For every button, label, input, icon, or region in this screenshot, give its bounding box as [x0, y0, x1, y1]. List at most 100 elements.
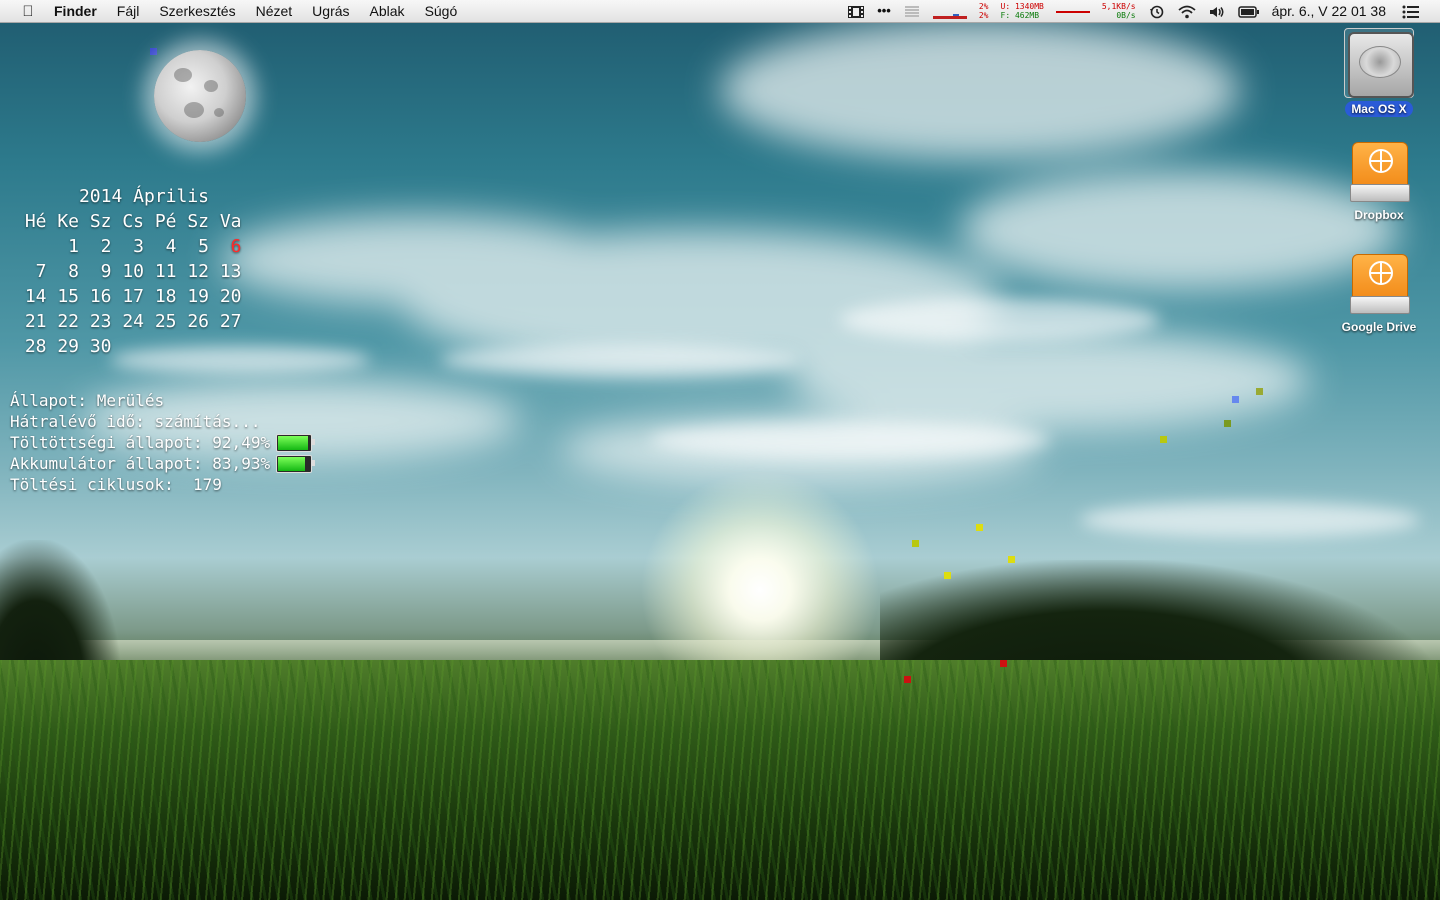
- calendar-day: 24: [122, 311, 144, 332]
- particle: [150, 48, 157, 55]
- menu-edit[interactable]: Szerkesztés: [149, 0, 245, 22]
- weekday-label: Sz: [187, 211, 209, 232]
- memory-usage[interactable]: U: 1340MB F: 462MB: [1001, 2, 1044, 20]
- menu-window[interactable]: Ablak: [360, 0, 415, 22]
- battery-widget: Állapot: Merülés Hátralévő idő: számítás…: [10, 390, 316, 495]
- hard-drive-icon: [1344, 28, 1414, 98]
- desktop-icon-google-drive[interactable]: Google Drive: [1334, 254, 1424, 334]
- particle: [1160, 436, 1167, 443]
- network-download: 0B/s: [1116, 11, 1136, 20]
- battery-charge-row: Töltöttségi állapot: 92,49%: [10, 432, 316, 453]
- network-upload: 5,1KB/s: [1101, 2, 1136, 11]
- notification-center-icon[interactable]: [1402, 0, 1422, 22]
- calendar-day: 30: [89, 336, 112, 357]
- battery-charge-icon: [276, 433, 316, 452]
- memory-free: F: 462MB: [1000, 11, 1040, 20]
- calendar-day: 5: [198, 236, 209, 257]
- weekday-label: Pé: [154, 211, 177, 232]
- calendar-day: 9: [100, 261, 112, 282]
- battery-remaining: Hátralévő idő: számítás...: [10, 412, 261, 431]
- calendar-day: 4: [165, 236, 177, 257]
- weekday-label: Sz: [89, 211, 112, 232]
- desktop-icon-label: Mac OS X: [1345, 101, 1413, 117]
- battery-charge: Töltöttségi állapot: 92,49%: [10, 433, 271, 452]
- calendar-day: [177, 334, 210, 359]
- volume-icon[interactable]: [1208, 0, 1226, 22]
- calendar-day: [112, 334, 145, 359]
- particle: [1000, 660, 1007, 667]
- calendar-day: 14: [24, 286, 47, 307]
- particle: [904, 676, 911, 683]
- cpu-graph-icon[interactable]: [932, 0, 967, 22]
- menu-finder[interactable]: Finder: [44, 0, 107, 22]
- calendar-day: 21: [24, 311, 47, 332]
- particle: [1224, 420, 1231, 427]
- calendar-day: 29: [57, 336, 79, 357]
- external-drive-icon: [1350, 142, 1410, 204]
- battery-cycles: Töltési ciklusok: 179: [10, 475, 222, 494]
- calendar-day: [14, 234, 47, 259]
- menu-go[interactable]: Ugrás: [302, 0, 359, 22]
- memory-used: U: 1340MB: [1000, 2, 1044, 11]
- calendar-day: 25: [154, 311, 177, 332]
- menu-help[interactable]: Súgó: [415, 0, 468, 22]
- calendar-day: 19: [187, 286, 209, 307]
- more-dots-icon[interactable]: •••: [877, 0, 891, 22]
- calendar-widget: 2014 Április Hé Ke Sz Cs Pé Sz Va 1 2 3 …: [14, 184, 254, 359]
- calendar-day: 27: [219, 311, 242, 332]
- calendar-day: 13: [219, 261, 242, 282]
- battery-icon[interactable]: [1237, 0, 1260, 22]
- desktop-icon-label: Google Drive: [1341, 320, 1417, 334]
- desktop-icon-mac-os-x[interactable]: Mac OS X: [1334, 28, 1424, 117]
- calendar-day: [144, 334, 177, 359]
- calendar-title: 2014 Április: [78, 186, 210, 207]
- network-speed[interactable]: 5,1KB/s 0B/s: [1102, 2, 1136, 20]
- particle: [944, 572, 951, 579]
- cpu-usage-bottom: 2%: [978, 11, 989, 20]
- film-strip-icon[interactable]: [847, 0, 865, 22]
- cpu-usage[interactable]: 2% 2%: [979, 2, 989, 20]
- particle: [976, 524, 983, 531]
- battery-health-icon: [276, 454, 316, 473]
- calendar-today: 6: [230, 236, 242, 257]
- horizon: [0, 640, 1440, 680]
- calendar-grid: Hé Ke Sz Cs Pé Sz Va 1 2 3 4 5 6 7 8 9 1…: [14, 209, 254, 359]
- calendar-day: 11: [154, 261, 177, 282]
- desktop-icon-label: Dropbox: [1354, 208, 1404, 222]
- apple-logo-icon[interactable]: : [18, 3, 38, 20]
- particle: [1256, 388, 1263, 395]
- weekday-label: Va: [219, 211, 242, 232]
- sun-glow: [640, 470, 880, 710]
- calendar-day: 28: [24, 336, 47, 357]
- battery-health-row: Akkumulátor állapot: 83,93%: [10, 453, 316, 474]
- battery-status: Állapot: Merülés: [10, 391, 165, 410]
- calendar-day: [209, 334, 242, 359]
- cpu-usage-top: 2%: [978, 2, 989, 11]
- calendar-day: 2: [100, 236, 112, 257]
- calendar-day: 16: [89, 286, 112, 307]
- treeline-right: [880, 560, 1440, 700]
- calendar-day: 12: [187, 261, 209, 282]
- menubar-clock[interactable]: ápr. 6., V 22 01 38: [1272, 0, 1386, 22]
- disk-activity-icon[interactable]: [903, 0, 921, 22]
- menu-file[interactable]: Fájl: [107, 0, 150, 22]
- treeline-left: [0, 540, 120, 680]
- battery-health: Akkumulátor állapot: 83,93%: [10, 454, 271, 473]
- network-graph-icon[interactable]: [1055, 0, 1090, 22]
- particle: [1008, 556, 1015, 563]
- status-menus: ••• 2% 2% U: 1340MB F: 462MB 5,1KB/s 0B/…: [841, 0, 1440, 22]
- calendar-day: 8: [68, 261, 79, 282]
- time-machine-icon[interactable]: [1148, 0, 1166, 22]
- weekday-label: Ke: [57, 211, 79, 232]
- calendar-day: 26: [187, 311, 209, 332]
- moon-phase-widget: [154, 50, 246, 142]
- calendar-day: 17: [122, 286, 144, 307]
- wifi-icon[interactable]: [1177, 0, 1196, 22]
- calendar-day: 23: [89, 311, 112, 332]
- calendar-day: 15: [57, 286, 79, 307]
- weekday-label: Hé: [24, 211, 47, 232]
- desktop-icon-dropbox[interactable]: Dropbox: [1334, 142, 1424, 222]
- menu-view[interactable]: Nézet: [246, 0, 303, 22]
- calendar-day: 10: [122, 261, 144, 282]
- weekday-label: Cs: [122, 211, 144, 232]
